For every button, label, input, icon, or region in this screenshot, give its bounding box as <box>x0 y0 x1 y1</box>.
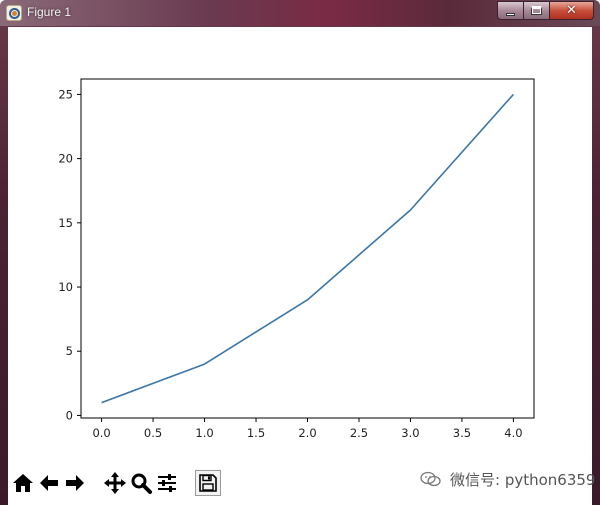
move-icon <box>104 472 126 494</box>
configure-subplots-button[interactable] <box>155 470 179 496</box>
home-icon <box>13 474 33 492</box>
y-tick-label: 25 <box>58 87 73 101</box>
home-button[interactable] <box>11 470 35 496</box>
pan-button[interactable] <box>103 470 127 496</box>
x-tick-label: 3.0 <box>401 426 419 440</box>
arrow-left-icon <box>40 475 58 491</box>
y-tick-label: 5 <box>66 344 73 358</box>
save-icon <box>199 474 217 492</box>
x-tick-label: 4.0 <box>504 426 522 440</box>
plot-canvas[interactable]: 0.0 0.5 1.0 1.5 2.0 2.5 3.0 3.5 4.0 0 5 10 15 20 25 <box>0 0 600 505</box>
x-tick-label: 2.0 <box>298 426 316 440</box>
axes-frame <box>80 78 535 419</box>
save-button[interactable] <box>195 470 221 496</box>
sliders-icon <box>158 474 176 492</box>
y-tick-label: 20 <box>58 152 73 166</box>
wechat-icon <box>420 471 441 487</box>
forward-button[interactable] <box>63 470 87 496</box>
watermark-text: 微信号: python6359 <box>450 470 596 489</box>
arrow-right-icon <box>66 475 84 491</box>
y-tick-label: 10 <box>58 280 73 294</box>
zoom-button[interactable] <box>129 470 153 496</box>
x-tick-label: 3.5 <box>453 426 471 440</box>
x-tick-label: 0.0 <box>92 426 110 440</box>
y-tick-label: 0 <box>66 408 73 422</box>
watermark: 微信号: python6359 <box>420 467 595 491</box>
series-line <box>101 93 515 404</box>
x-tick-label: 1.5 <box>247 426 265 440</box>
x-tick-label: 2.5 <box>350 426 368 440</box>
x-tick-label: 1.0 <box>195 426 213 440</box>
back-button[interactable] <box>37 470 61 496</box>
zoom-icon <box>131 473 152 494</box>
x-tick-label: 0.5 <box>144 426 162 440</box>
y-tick-label: 15 <box>58 216 73 230</box>
figure-window: Figure 1 ✕ 0.0 0.5 1.0 1.5 2.0 2.5 3.0 3.5 4.0 0 5… <box>0 0 600 505</box>
